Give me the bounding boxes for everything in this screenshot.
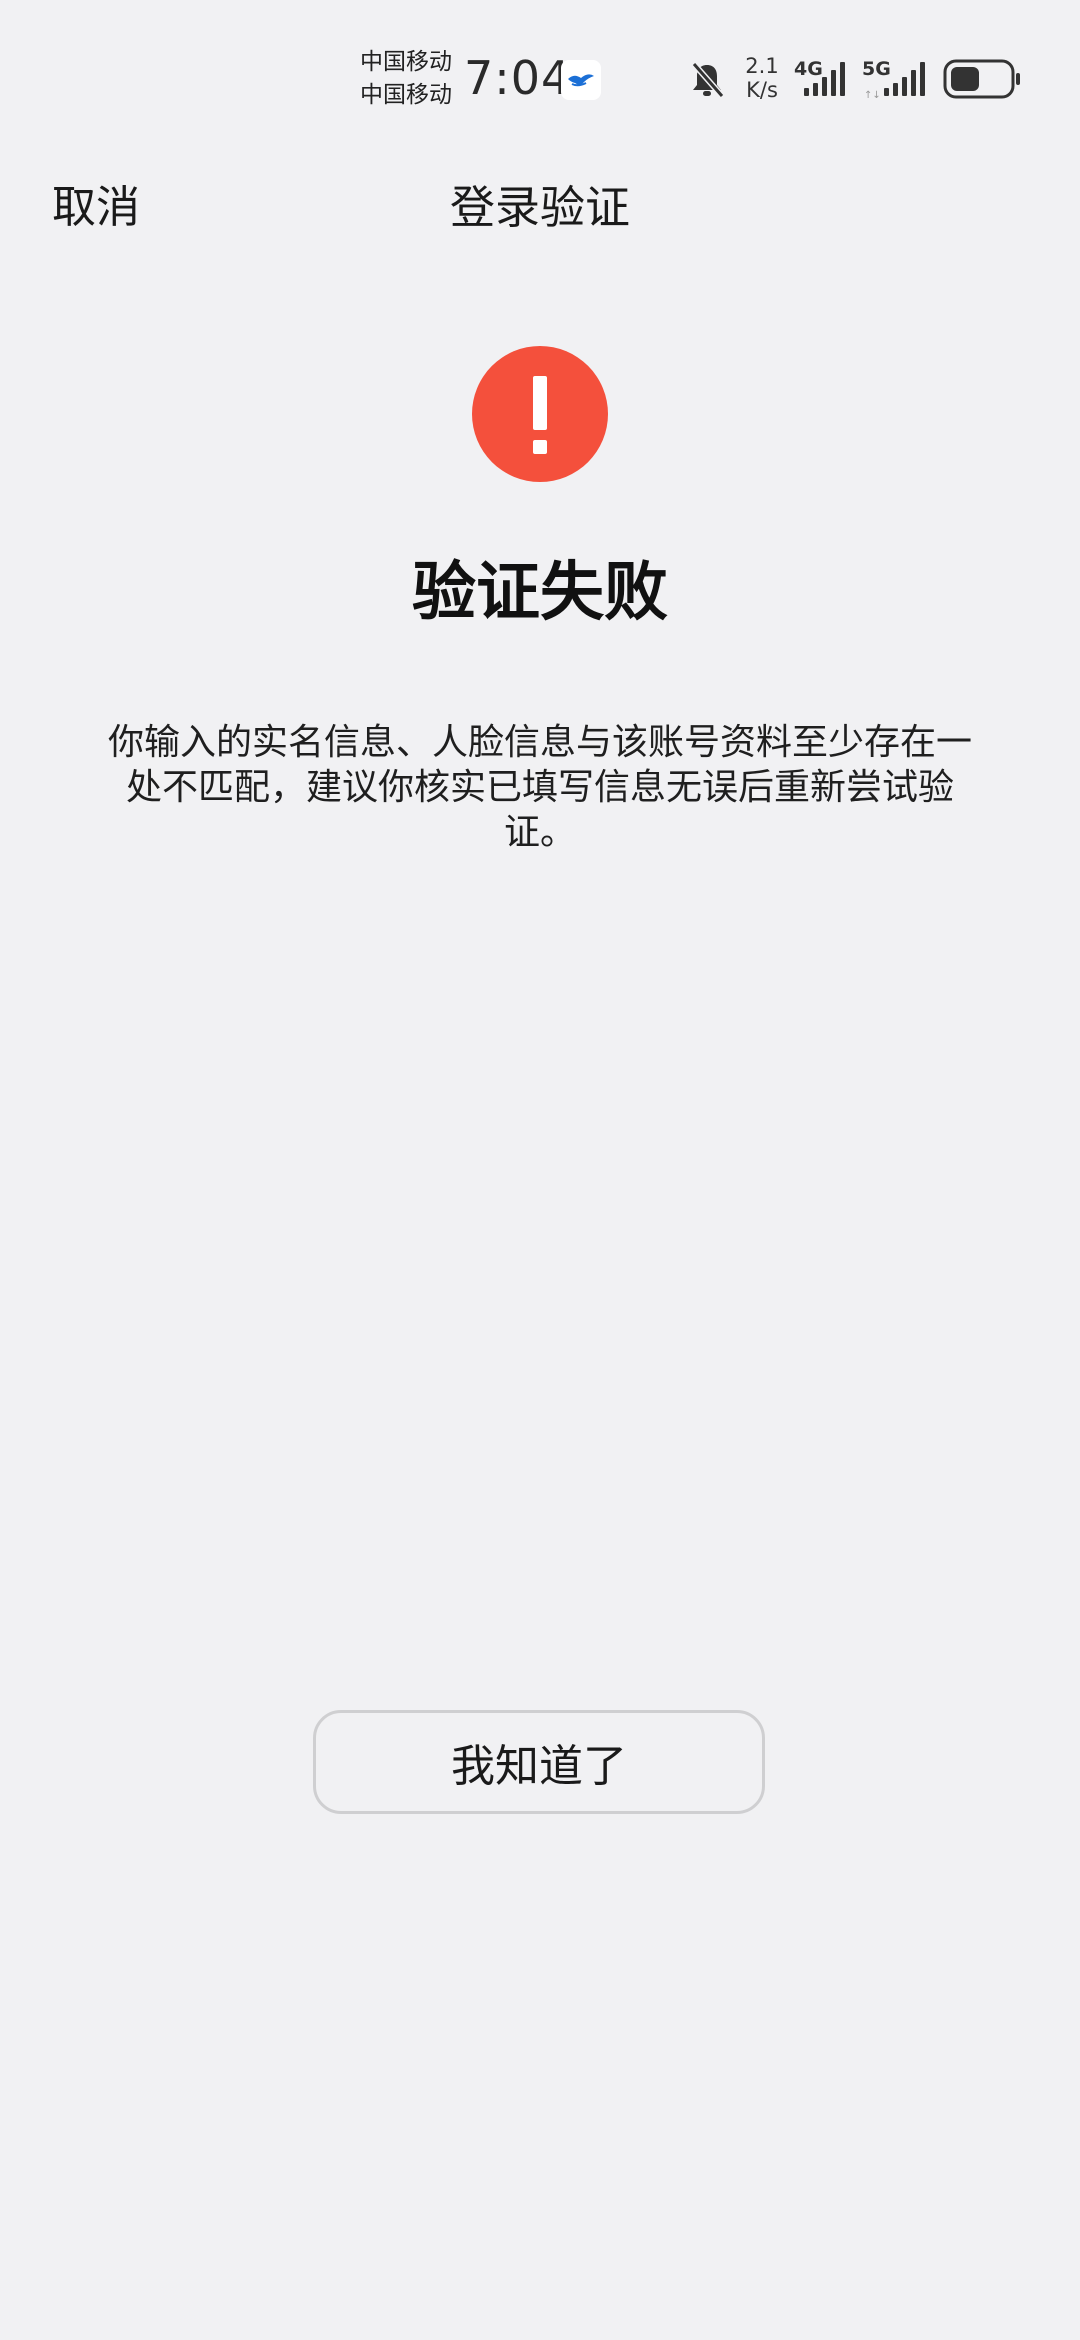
network-speed-value: 2.1 — [745, 54, 779, 78]
signal-bars-icon — [804, 62, 845, 96]
nav-bar: 登录验证 取消 — [0, 150, 1080, 260]
carrier-2-label: 中国移动 — [360, 82, 452, 108]
result-title: 验证失败 — [412, 556, 668, 630]
result-description: 你输入的实名信息、人脸信息与该账号资料至少存在一处不匹配，建议你核实已填写信息无… — [107, 722, 972, 853]
battery-icon — [943, 58, 1023, 100]
carrier-info: 中国移动 中国移动 — [360, 46, 452, 112]
bird-app-icon — [561, 60, 601, 100]
signal-5g: 5G ↑↓ — [862, 58, 932, 102]
status-bar: 中国移动 中国移动 7:04 2.1 K/s 4G 5G ↑↓ — [0, 0, 1080, 150]
confirm-button[interactable]: 我知道了 — [313, 1710, 765, 1814]
error-icon — [472, 346, 608, 482]
page-title: 登录验证 — [449, 181, 630, 234]
cancel-button[interactable]: 取消 — [52, 178, 140, 238]
signal-4g: 4G — [794, 58, 852, 102]
signal-bars-icon: ↑↓ — [864, 62, 925, 101]
carrier-1-label: 中国移动 — [360, 49, 452, 75]
battery-level-fill — [951, 67, 979, 91]
status-time: 7:04 — [464, 51, 572, 105]
svg-text:↑↓: ↑↓ — [864, 90, 881, 101]
network-speed-unit: K/s — [746, 78, 778, 102]
network-speed: 2.1 K/s — [740, 54, 784, 102]
bell-muted-icon — [688, 60, 726, 100]
